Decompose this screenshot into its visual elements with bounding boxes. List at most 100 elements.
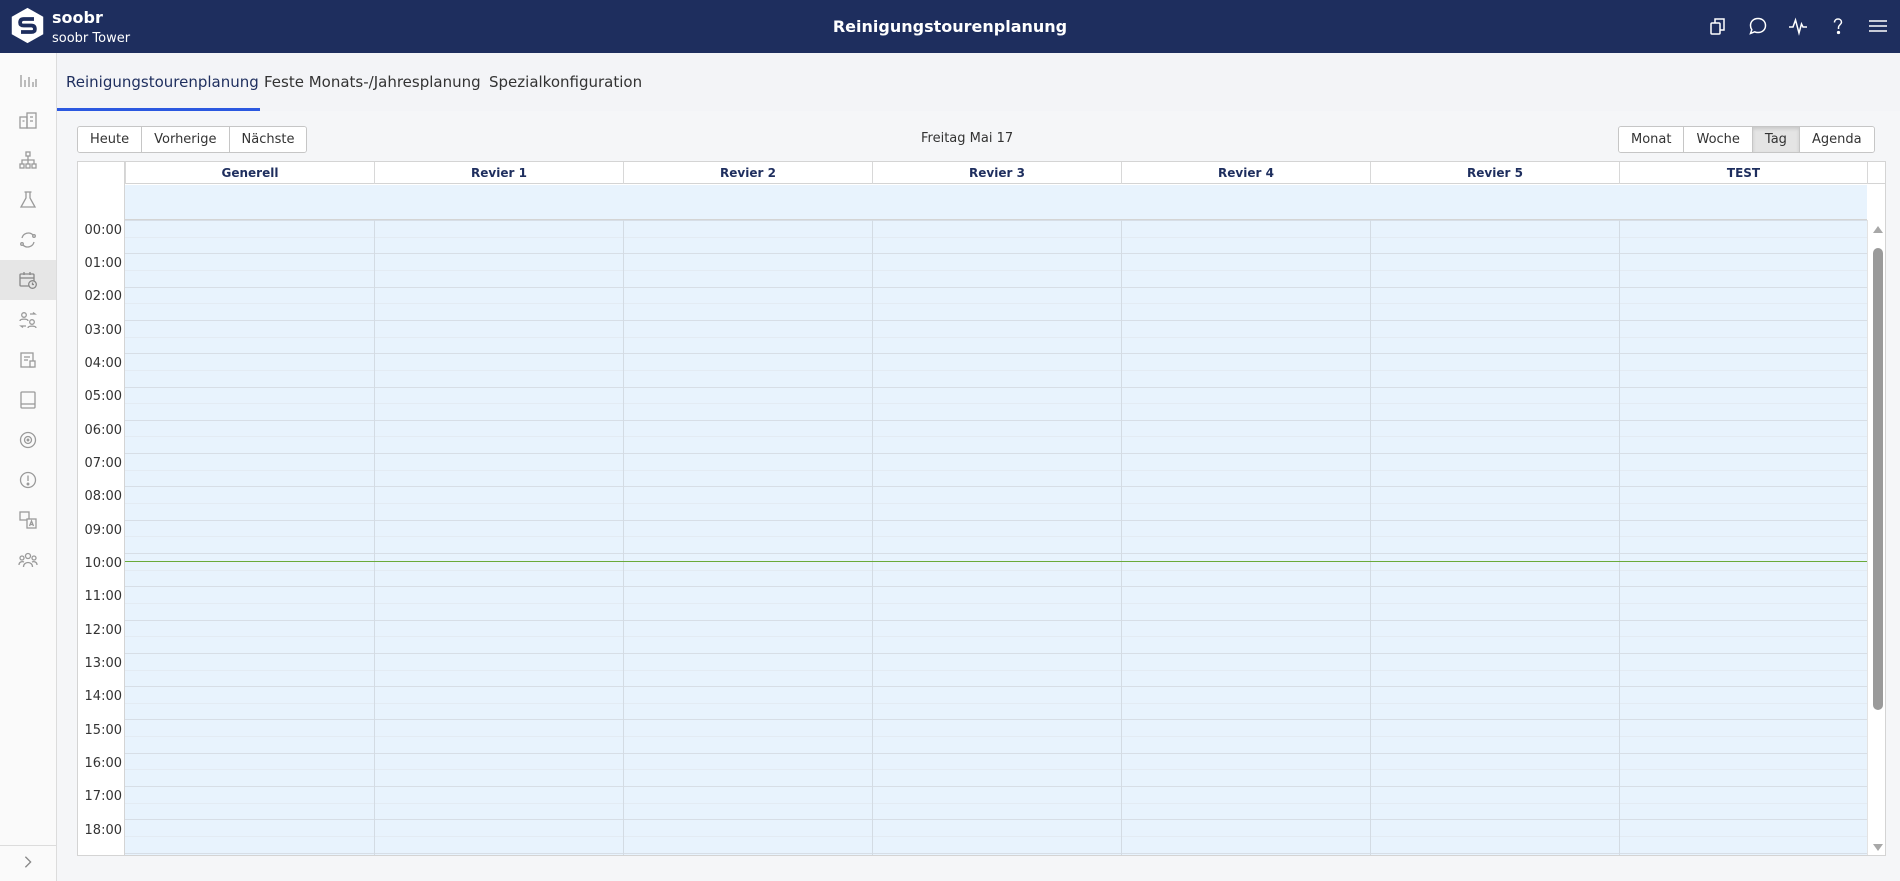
scroll-thumb[interactable] [1873, 248, 1883, 710]
view-month-button[interactable]: Monat [1619, 127, 1685, 152]
half-hour-slot-line [125, 503, 1867, 504]
page-title: Reinigungstourenplanung [832, 17, 1068, 36]
hour-slot-line [125, 320, 1867, 321]
hour-slot-line [125, 420, 1867, 421]
time-label: 12:00 [84, 623, 122, 638]
chevron-right-icon [21, 854, 35, 873]
previous-button[interactable]: Vorherige [142, 127, 230, 152]
expand-sidebar-button[interactable] [0, 845, 56, 881]
top-actions [1704, 12, 1892, 40]
refresh-cycle-icon[interactable] [0, 220, 56, 260]
hour-slot-line [125, 719, 1867, 720]
all-day-row[interactable] [125, 185, 1867, 220]
alert-icon[interactable] [0, 460, 56, 500]
hour-slot-line [125, 786, 1867, 787]
copy-icon[interactable] [1704, 12, 1732, 40]
time-label: 04:00 [84, 356, 122, 371]
tab-reinigungstourenplanung[interactable]: Reinigungstourenplanung [66, 73, 259, 91]
chat-icon[interactable] [1744, 12, 1772, 40]
translate-icon[interactable] [0, 500, 56, 540]
column-separator [872, 220, 873, 855]
half-hour-slot-line [125, 270, 1867, 271]
half-hour-slot-line [125, 670, 1867, 671]
column-separator [623, 220, 624, 855]
half-hour-slot-line [125, 769, 1867, 770]
analytics-icon[interactable] [0, 60, 56, 100]
time-label: 05:00 [84, 389, 122, 404]
half-hour-slot-line [125, 703, 1867, 704]
brand-name: soobr [52, 8, 103, 27]
activity-icon[interactable] [1784, 12, 1812, 40]
time-label: 15:00 [84, 723, 122, 738]
time-label: 09:00 [84, 523, 122, 538]
active-tab-indicator [57, 108, 260, 111]
today-button[interactable]: Heute [78, 127, 143, 152]
next-button[interactable]: Nächste [229, 127, 307, 152]
calendar-clock-icon[interactable] [0, 260, 56, 300]
time-label: 03:00 [84, 323, 122, 338]
half-hour-slot-line [125, 636, 1867, 637]
menu-icon[interactable] [1864, 12, 1892, 40]
hour-slot-line [125, 287, 1867, 288]
hour-slot-line [125, 220, 1867, 221]
time-label: 16:00 [84, 756, 122, 771]
hour-slot-line [125, 453, 1867, 454]
hour-slot-line [125, 253, 1867, 254]
column-separator [1121, 220, 1122, 855]
swap-user-icon[interactable] [0, 300, 56, 340]
scroll-up-arrow-icon[interactable] [1873, 226, 1883, 233]
building-name[interactable]: soobr Tower [52, 31, 130, 46]
column-header-test: TEST [1619, 162, 1867, 184]
time-label: 06:00 [84, 423, 122, 438]
hour-slot-line [125, 620, 1867, 621]
sidebar-nav [0, 53, 57, 881]
time-slot-grid[interactable] [125, 220, 1867, 855]
day-calendar: Generell Revier 1 Revier 2 Revier 3 Revi… [77, 161, 1886, 856]
half-hour-slot-line [125, 603, 1867, 604]
half-hour-slot-line [125, 237, 1867, 238]
navigation-button-group: Heute Vorherige Nächste [77, 126, 308, 153]
column-header-generell: Generell [125, 162, 374, 184]
view-agenda-button[interactable]: Agenda [1799, 127, 1874, 152]
hour-slot-line [125, 586, 1867, 587]
hour-slot-line [125, 353, 1867, 354]
scroll-down-arrow-icon[interactable] [1873, 844, 1883, 851]
half-hour-slot-line [125, 403, 1867, 404]
tab-feste-monats-jahresplanung[interactable]: Feste Monats-/Jahresplanung [264, 73, 481, 91]
time-label: 10:00 [84, 556, 122, 571]
hierarchy-icon[interactable] [0, 140, 56, 180]
time-label: 18:00 [84, 823, 122, 838]
sensor-icon[interactable] [0, 420, 56, 460]
hour-slot-line [125, 686, 1867, 687]
column-header-revier-2: Revier 2 [623, 162, 872, 184]
half-hour-slot-line [125, 570, 1867, 571]
hour-slot-line [125, 486, 1867, 487]
document-icon[interactable] [0, 340, 56, 380]
current-time-indicator [125, 561, 1867, 562]
view-day-button[interactable]: Tag [1752, 127, 1800, 152]
time-gutter: 00:00 01:00 02:00 03:00 04:00 05:00 06:0… [78, 220, 125, 855]
top-app-bar: soobr soobr Tower Reinigungstourenplanun… [0, 0, 1900, 53]
column-separator [1370, 220, 1371, 855]
column-header-revier-3: Revier 3 [872, 162, 1121, 184]
hour-slot-line [125, 819, 1867, 820]
resource-header-row: Generell Revier 1 Revier 2 Revier 3 Revi… [78, 162, 1885, 184]
help-icon[interactable] [1824, 12, 1852, 40]
time-label: 00:00 [84, 223, 122, 238]
half-hour-slot-line [125, 470, 1867, 471]
view-week-button[interactable]: Woche [1684, 127, 1753, 152]
column-separator [1619, 220, 1620, 855]
vertical-scrollbar[interactable] [1867, 220, 1885, 855]
hour-slot-line [125, 853, 1867, 854]
time-label: 11:00 [84, 589, 122, 604]
time-label: 02:00 [84, 289, 122, 304]
half-hour-slot-line [125, 337, 1867, 338]
team-icon[interactable] [0, 540, 56, 580]
lab-icon[interactable] [0, 180, 56, 220]
tab-spezialkonfiguration[interactable]: Spezialkonfiguration [489, 73, 642, 91]
buildings-icon[interactable] [0, 100, 56, 140]
soobr-logo-icon[interactable] [9, 7, 46, 44]
hour-slot-line [125, 520, 1867, 521]
column-header-revier-5: Revier 5 [1370, 162, 1619, 184]
tablet-icon[interactable] [0, 380, 56, 420]
